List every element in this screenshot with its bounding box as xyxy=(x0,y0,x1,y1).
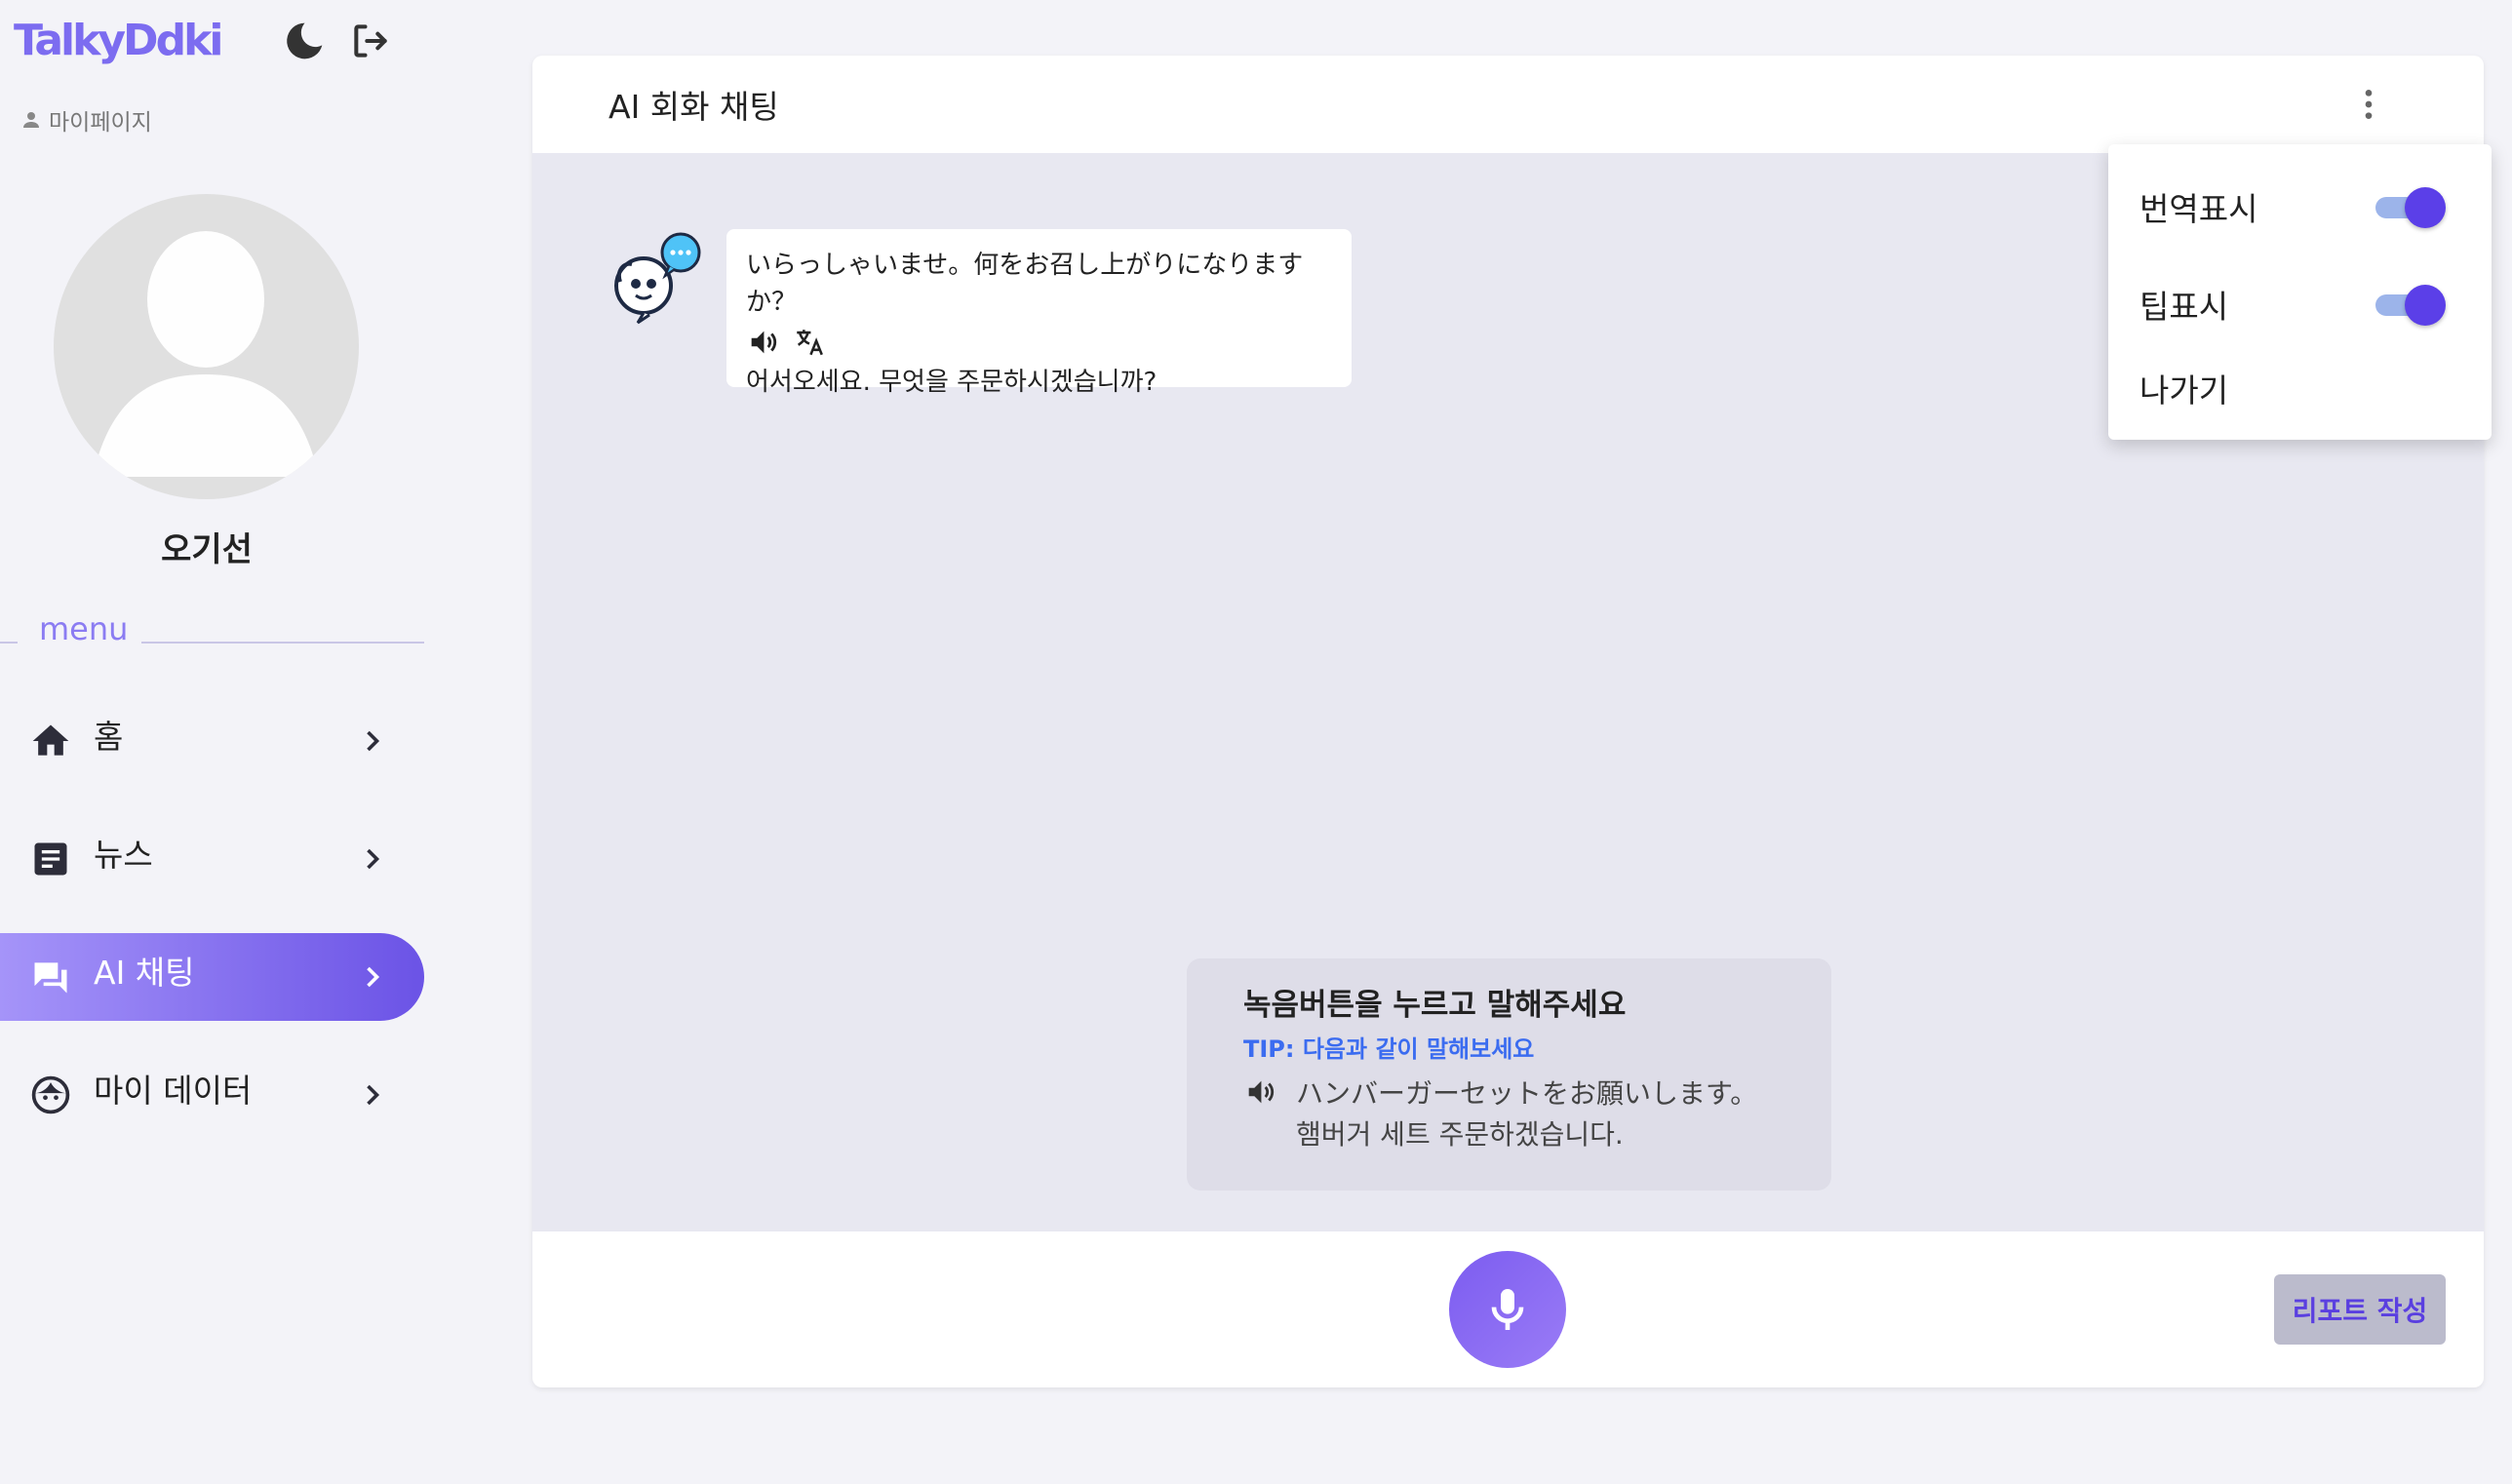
tip-toggle[interactable] xyxy=(2372,285,2450,326)
sidebar-item-label: 홈 xyxy=(94,718,124,756)
mypage-label: 마이페이지 xyxy=(49,110,152,136)
more-vert-icon[interactable] xyxy=(2349,85,2388,124)
menu-item-show-tip[interactable]: 팁표시 xyxy=(2139,281,2228,328)
options-menu: 번역표시 팁표시 나가기 xyxy=(2108,144,2492,440)
chevron-right-icon xyxy=(367,848,380,870)
home-icon xyxy=(32,724,69,756)
chat-footer: 리포트 작성 xyxy=(532,1231,2484,1387)
page-title: AI 회화 채팅 xyxy=(608,88,779,126)
write-report-button[interactable]: 리포트 작성 xyxy=(2274,1274,2446,1345)
menu-section-label: menu xyxy=(39,610,129,647)
record-button[interactable] xyxy=(1449,1251,1566,1368)
sidebar-item-label: 마이 데이터 xyxy=(94,1072,253,1110)
tip-japanese: ハンバーガーセットをお願いします。 xyxy=(1296,1077,1758,1110)
sidebar-item-label: 뉴스 xyxy=(94,836,153,874)
user-name: 오기선 xyxy=(161,530,253,569)
app-logo[interactable]: TalkyDdki xyxy=(14,16,223,65)
logout-icon[interactable] xyxy=(349,20,392,62)
tip-subtitle: TIP: 다음과 같이 말해보세요 xyxy=(1243,1035,1535,1063)
menu-item-exit[interactable]: 나가기 xyxy=(2139,365,2228,411)
divider xyxy=(141,642,424,644)
article-icon xyxy=(34,842,67,876)
chevron-right-icon xyxy=(367,966,380,988)
sidebar-item-ai-chat[interactable]: AI 채팅 xyxy=(0,933,424,1021)
tip-title: 녹음버튼을 누르고 말해주세요 xyxy=(1243,988,1627,1023)
bot-message-bubble: いらっしゃいませ。何をお召し上がりになりますか？ 어서오세요. 무엇을 주문하시… xyxy=(726,229,1352,397)
message-korean: 어서오세요. 무엇을 주문하시겠습니까? xyxy=(746,368,1158,397)
sidebar-item-my-data[interactable]: 마이 데이터 xyxy=(0,1051,424,1139)
microphone-icon xyxy=(1491,1289,1524,1330)
chevron-right-icon xyxy=(367,730,380,752)
person-icon xyxy=(23,112,39,128)
dark-mode-icon[interactable] xyxy=(283,20,326,62)
speaker-icon[interactable] xyxy=(746,326,779,359)
menu-item-show-translation[interactable]: 번역표시 xyxy=(2139,183,2257,230)
toggle-knob xyxy=(2405,187,2446,228)
sidebar-item-news[interactable]: 뉴스 xyxy=(0,815,424,903)
sidebar-item-home[interactable]: 홈 xyxy=(0,697,424,785)
divider xyxy=(0,642,18,644)
translate-icon[interactable] xyxy=(793,326,826,359)
chat-icon xyxy=(34,962,67,994)
mypage-link[interactable]: 마이페이지 xyxy=(20,103,152,137)
tip-korean: 햄버거 세트 주문하겠습니다. xyxy=(1296,1118,1624,1151)
chat-header: AI 회화 채팅 xyxy=(532,56,2484,153)
face-icon xyxy=(31,1075,70,1114)
chevron-right-icon xyxy=(367,1084,380,1106)
avatar xyxy=(54,194,359,499)
toggle-knob xyxy=(2405,285,2446,326)
bot-avatar-icon xyxy=(614,232,701,325)
speaker-icon[interactable] xyxy=(1243,1075,1276,1109)
sidebar-item-label: AI 채팅 xyxy=(94,954,195,992)
tip-panel: 녹음버튼을 누르고 말해주세요 TIP: 다음과 같이 말해보세요 ハンバーガー… xyxy=(1187,958,1831,1191)
message-japanese: いらっしゃいませ。何をお召し上がりになりますか？ xyxy=(746,251,1304,317)
translation-toggle[interactable] xyxy=(2372,187,2450,228)
